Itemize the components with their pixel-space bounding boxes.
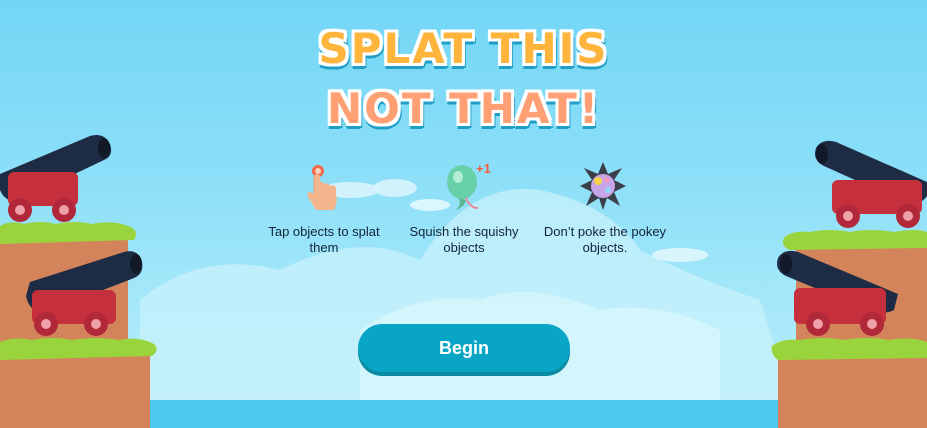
game-title-line-1: SPLAT THIS xyxy=(318,24,609,73)
squishy-balloon-icon: +1 xyxy=(447,161,491,210)
tap-finger-icon xyxy=(307,165,337,210)
spiky-ball-icon xyxy=(580,162,626,210)
plus-one-badge: +1 xyxy=(476,161,491,176)
game-title-line-2: NOT THAT! xyxy=(327,84,600,133)
instruction-squish: Squish the squishy objects xyxy=(409,224,519,255)
right-bottom-cannon xyxy=(777,250,898,336)
begin-button[interactable]: Begin xyxy=(358,324,570,372)
left-top-cannon xyxy=(0,135,112,222)
left-bottom-cannon xyxy=(26,251,143,336)
instruction-poke: Don’t poke the pokey objects. xyxy=(543,224,667,255)
game-screen: SPLAT THIS NOT THAT! +1 Tap objects to s… xyxy=(0,0,927,428)
right-top-cannon xyxy=(815,140,927,228)
instruction-tap: Tap objects to splat them xyxy=(268,224,380,255)
